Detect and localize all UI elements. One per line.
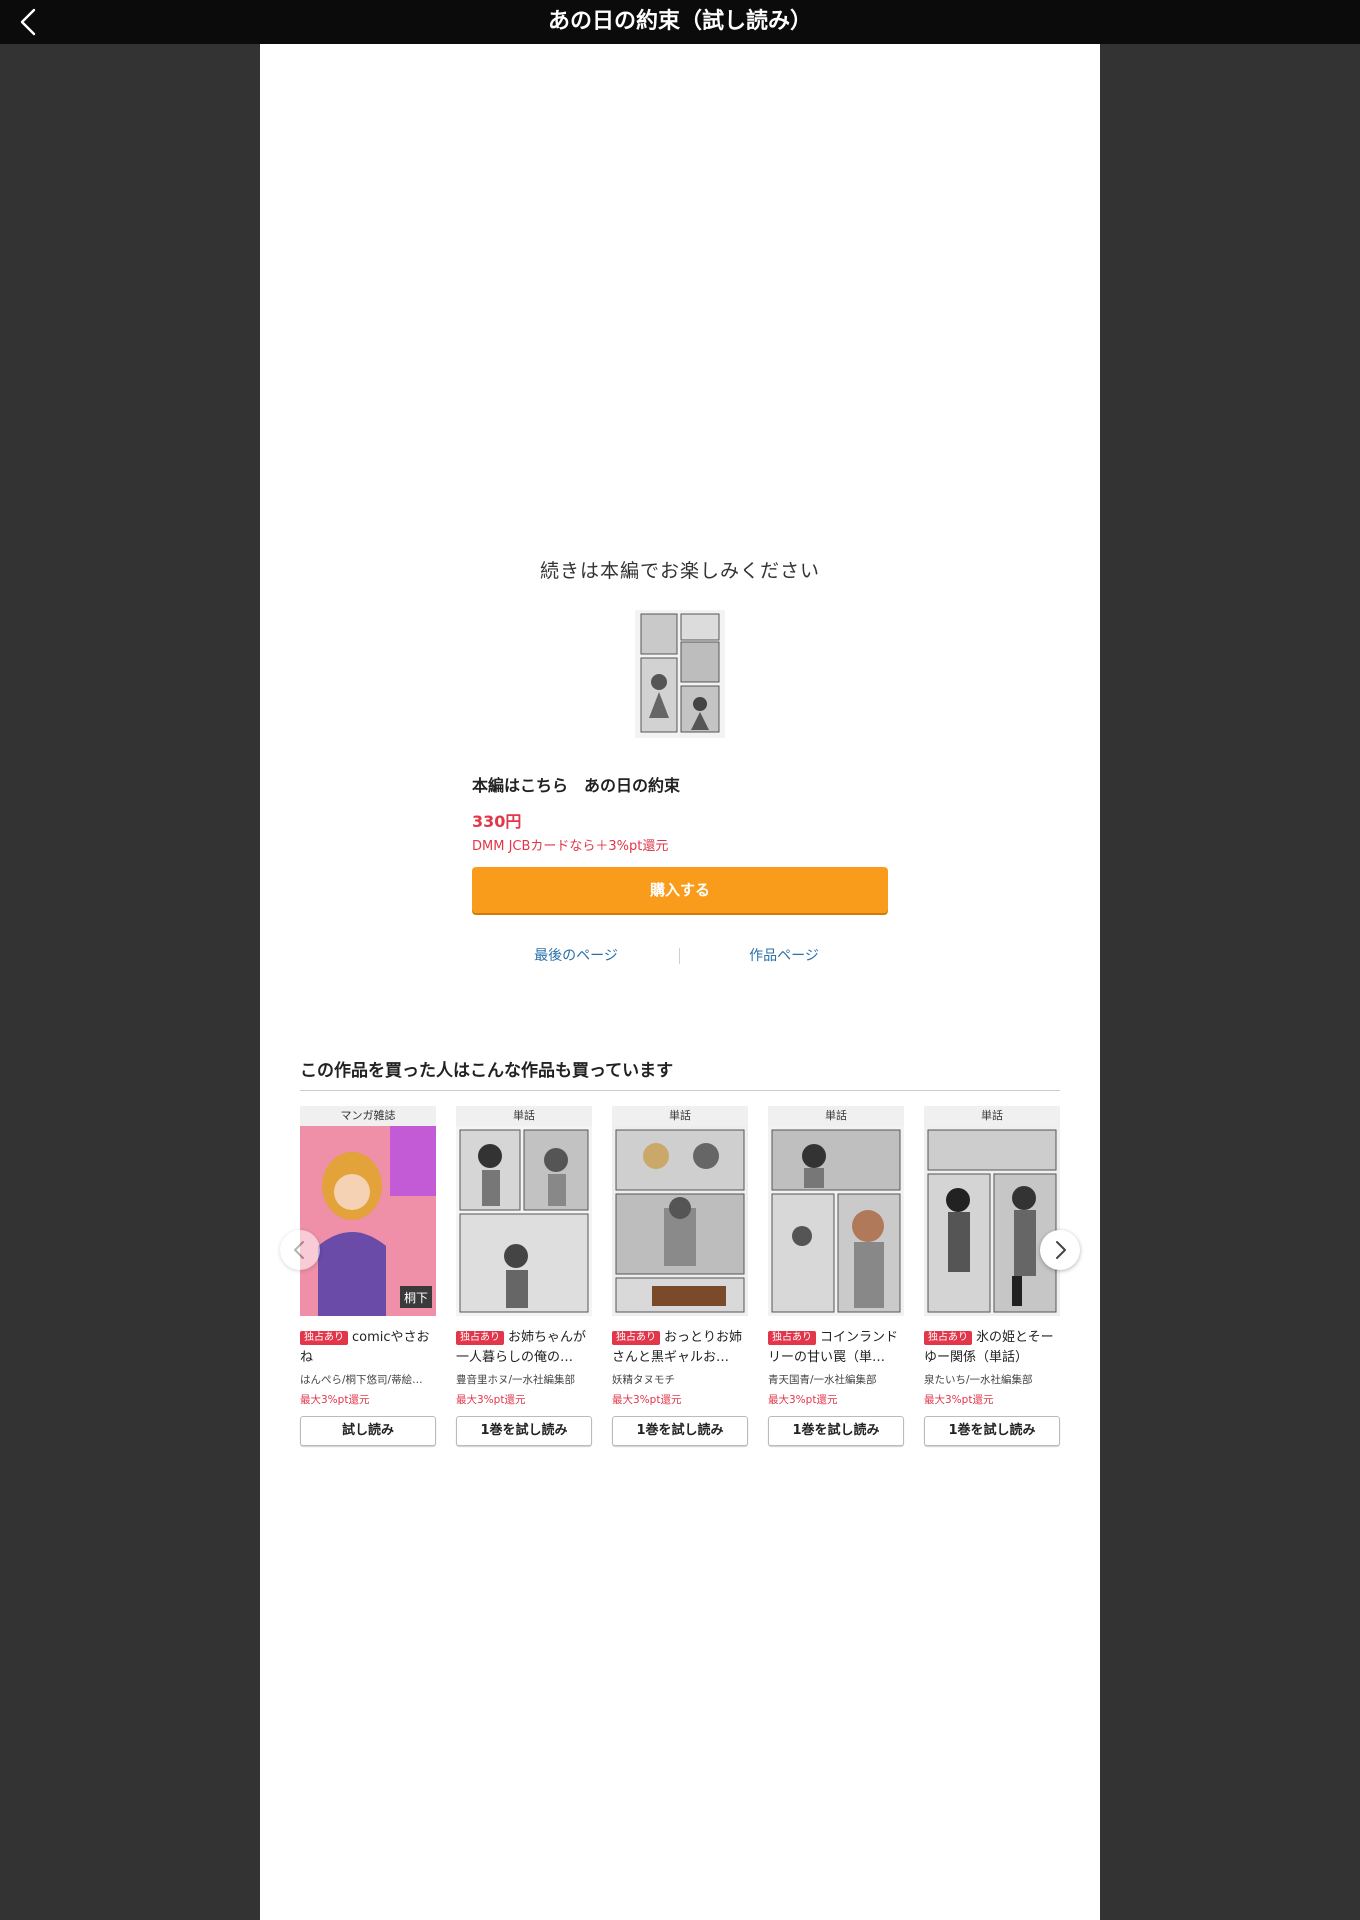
- chevron-left-icon: [20, 8, 36, 36]
- product-title: 本編はこちら あの日の約束: [472, 776, 681, 795]
- card-author: 青天国青/一水社編集部: [768, 1374, 877, 1386]
- recommend-heading: この作品を買った人はこんな作品も買っています: [300, 1061, 674, 1081]
- card-category: マンガ雑誌: [300, 1106, 436, 1126]
- recommend-card[interactable]: 単話 独占あり おっとりお姉さんと黒ギャルお… 妖精タヌモチ 最大3%pt還元 1…: [612, 1106, 748, 1456]
- recommend-divider: [300, 1090, 1060, 1091]
- page-title: あの日の約束（試し読み）: [547, 9, 812, 34]
- product-thumbnail[interactable]: [635, 610, 725, 738]
- svg-text:桐下: 桐下: [404, 1291, 428, 1305]
- card-point: 最大3%pt還元: [924, 1394, 994, 1406]
- card-category: 単話: [924, 1106, 1060, 1126]
- recommend-carousel: マンガ雑誌 桐下 独占あり comicやさおね はんぺら/桐下悠司/蒂絵… 最大3…: [300, 1106, 1060, 1456]
- card-author: はんぺら/桐下悠司/蒂絵…: [300, 1374, 423, 1386]
- exclusive-badge: 独占あり: [612, 1331, 660, 1345]
- exclusive-badge: 独占あり: [456, 1331, 504, 1345]
- card-cover[interactable]: [768, 1126, 904, 1316]
- trial-read-button[interactable]: 1巻を試し読み: [924, 1416, 1060, 1446]
- buy-button[interactable]: 購入する: [472, 867, 888, 913]
- card-point: 最大3%pt還元: [456, 1394, 526, 1406]
- trial-read-button[interactable]: 1巻を試し読み: [612, 1416, 748, 1446]
- card-point: 最大3%pt還元: [300, 1394, 370, 1406]
- card-title[interactable]: 独占あり comicやさおね: [300, 1328, 436, 1368]
- card-category: 単話: [768, 1106, 904, 1126]
- chevron-left-icon: [294, 1241, 304, 1259]
- work-page-link[interactable]: 作品ページ: [680, 944, 888, 968]
- chevron-right-icon: [1056, 1241, 1066, 1259]
- page-links: 最後のページ 作品ページ: [472, 944, 888, 968]
- recommend-card[interactable]: 単話 独占あり お姉ちゃんが一人暮らしの俺の… 豊音里ホヌ/一水社編集部 最大3%…: [456, 1106, 592, 1456]
- card-author: 豊音里ホヌ/一水社編集部: [456, 1374, 576, 1386]
- top-bar: あの日の約束（試し読み）: [0, 0, 1360, 44]
- card-author: 泉たいち/一水社編集部: [924, 1374, 1033, 1386]
- continue-message: 続きは本編でお楽しみください: [539, 560, 820, 582]
- card-title[interactable]: 独占あり コインランドリーの甘い罠（単…: [768, 1328, 904, 1368]
- trial-read-button[interactable]: 1巻を試し読み: [768, 1416, 904, 1446]
- card-author: 妖精タヌモチ: [612, 1374, 675, 1386]
- back-button[interactable]: [14, 6, 46, 38]
- card-point: 最大3%pt還元: [612, 1394, 682, 1406]
- trial-read-button[interactable]: 試し読み: [300, 1416, 436, 1446]
- card-cover[interactable]: 桐下: [300, 1126, 436, 1316]
- card-title[interactable]: 独占あり おっとりお姉さんと黒ギャルお…: [612, 1328, 748, 1368]
- exclusive-badge: 独占あり: [300, 1331, 348, 1345]
- recommend-card[interactable]: マンガ雑誌 桐下 独占あり comicやさおね はんぺら/桐下悠司/蒂絵… 最大3…: [300, 1106, 436, 1456]
- card-title[interactable]: 独占あり 氷の姫とそーゆー関係（単話）: [924, 1328, 1060, 1368]
- exclusive-badge: 独占あり: [924, 1331, 972, 1345]
- card-cover[interactable]: [924, 1126, 1060, 1316]
- card-category: 単話: [612, 1106, 748, 1126]
- exclusive-badge: 独占あり: [768, 1331, 816, 1345]
- card-category: 単話: [456, 1106, 592, 1126]
- product-price: 330円: [472, 812, 522, 831]
- carousel-next-button[interactable]: [1040, 1230, 1080, 1270]
- card-title[interactable]: 独占あり お姉ちゃんが一人暮らしの俺の…: [456, 1328, 592, 1368]
- last-page-link[interactable]: 最後のページ: [472, 944, 680, 968]
- point-note: DMM JCBカードなら＋3%pt還元: [472, 839, 669, 854]
- recommend-card[interactable]: 単話 独占あり 氷の姫とそーゆー関係（単話） 泉たいち/一水社編集部 最大3%pt…: [924, 1106, 1060, 1456]
- card-cover[interactable]: [456, 1126, 592, 1316]
- card-point: 最大3%pt還元: [768, 1394, 838, 1406]
- trial-read-button[interactable]: 1巻を試し読み: [456, 1416, 592, 1446]
- recommend-card[interactable]: 単話 独占あり コインランドリーの甘い罠（単… 青天国青/一水社編集部 最大3%p…: [768, 1106, 904, 1456]
- reader-panel: 続きは本編でお楽しみください 本編はこちら あの日の約束 330円 DMM JC…: [260, 44, 1100, 1920]
- carousel-prev-button[interactable]: [280, 1230, 320, 1270]
- card-cover[interactable]: [612, 1126, 748, 1316]
